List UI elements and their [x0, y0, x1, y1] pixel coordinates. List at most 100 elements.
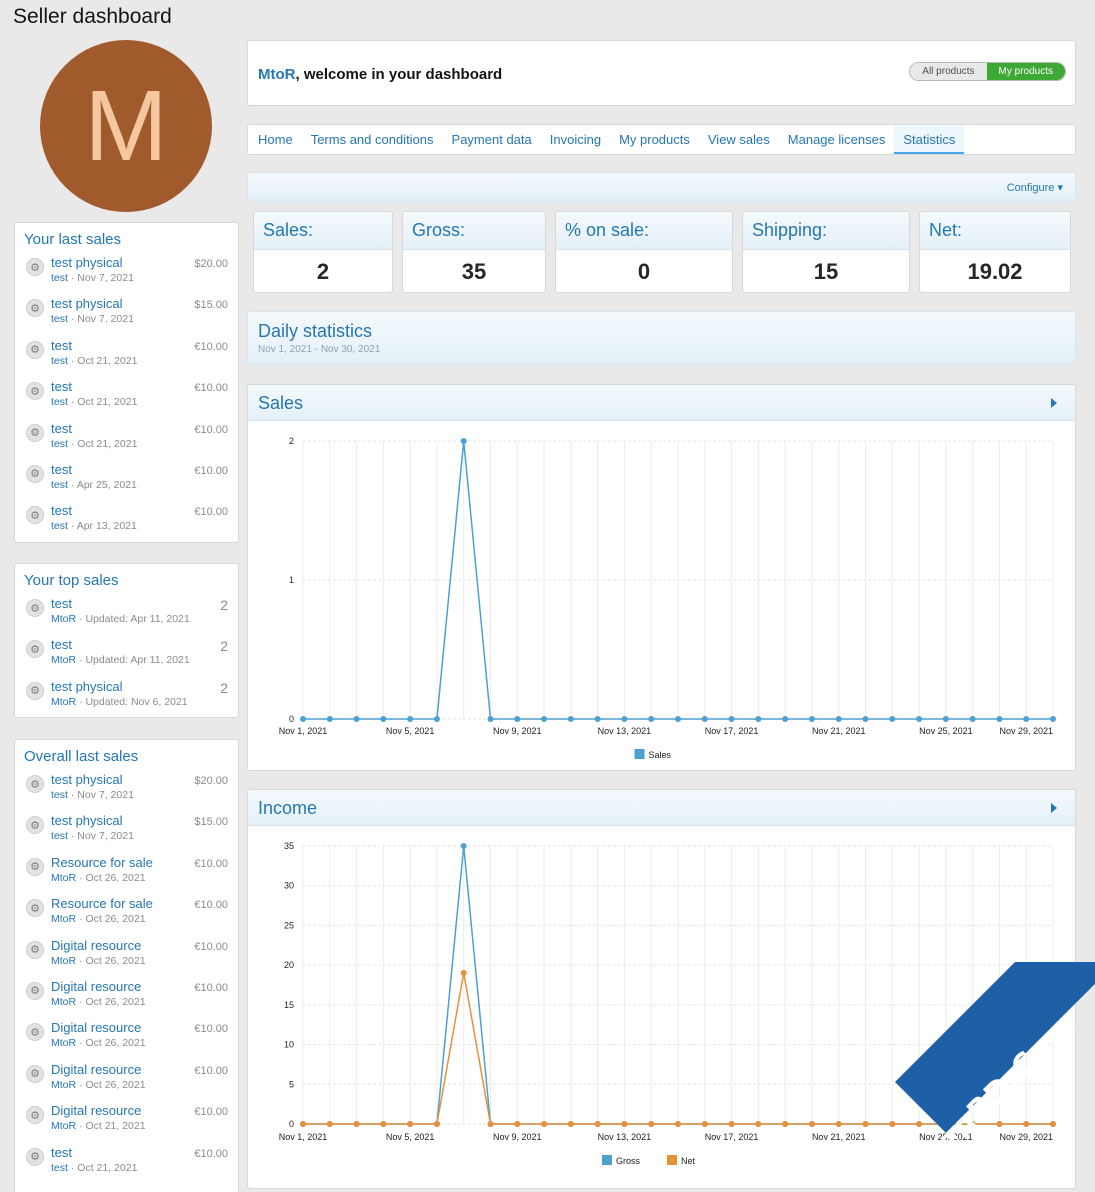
- data-point[interactable]: [701, 716, 708, 722]
- data-point[interactable]: [969, 1121, 976, 1127]
- data-point[interactable]: [300, 1121, 306, 1127]
- data-point[interactable]: [782, 716, 789, 722]
- tab-manage-licenses[interactable]: Manage licenses: [779, 125, 895, 154]
- data-point[interactable]: [1023, 1121, 1030, 1127]
- data-point[interactable]: [433, 716, 440, 722]
- list-item[interactable]: ⚙ Resource for sale MtoR · Oct 26, 2021 €10…: [15, 893, 238, 934]
- item-user[interactable]: test: [51, 479, 68, 491]
- item-user[interactable]: test: [51, 520, 68, 532]
- list-item[interactable]: ⚙ test test · Oct 21, 2021 €10.00: [15, 1142, 238, 1183]
- list-item[interactable]: ⚙ Digital resource MtoR · Oct 26, 2021 €10.…: [15, 976, 238, 1017]
- data-point[interactable]: [326, 716, 333, 722]
- data-point[interactable]: [755, 1121, 762, 1127]
- data-point[interactable]: [300, 716, 306, 722]
- products-toggle[interactable]: All products My products: [909, 62, 1066, 81]
- list-item[interactable]: ⚙ test MtoR · Updated: Apr 11, 2021 2: [15, 634, 238, 675]
- data-point[interactable]: [942, 716, 949, 722]
- data-point[interactable]: [648, 716, 655, 722]
- data-point[interactable]: [862, 1121, 869, 1127]
- item-user[interactable]: MtoR: [51, 872, 76, 884]
- item-user[interactable]: MtoR: [51, 955, 76, 967]
- item-user[interactable]: MtoR: [51, 613, 76, 625]
- data-point[interactable]: [621, 1121, 628, 1127]
- data-point[interactable]: [1050, 716, 1056, 722]
- list-item[interactable]: ⚙ test test · Oct 21, 2021 €10.00: [15, 418, 238, 459]
- tab-statistics[interactable]: Statistics: [894, 125, 965, 154]
- data-point[interactable]: [567, 1121, 574, 1127]
- data-point[interactable]: [862, 716, 869, 722]
- data-point[interactable]: [1023, 716, 1030, 722]
- data-point[interactable]: [460, 969, 467, 976]
- data-point[interactable]: [916, 716, 923, 722]
- list-item[interactable]: ⚙ Digital resource MtoR · Oct 26, 2021 €10.…: [15, 1059, 238, 1100]
- tab-my-products[interactable]: My products: [610, 125, 699, 154]
- data-point[interactable]: [353, 1121, 360, 1127]
- tab-home[interactable]: Home: [249, 125, 302, 154]
- all-products-toggle[interactable]: All products: [910, 63, 987, 80]
- item-title[interactable]: test physical: [51, 676, 238, 694]
- data-point[interactable]: [541, 716, 548, 722]
- list-item[interactable]: ⚙ test test · Apr 13, 2021 €10.00: [15, 500, 238, 541]
- data-point[interactable]: [460, 843, 467, 849]
- data-point[interactable]: [460, 438, 467, 444]
- data-point[interactable]: [996, 716, 1003, 722]
- item-user[interactable]: MtoR: [51, 1079, 76, 1091]
- list-item[interactable]: ⚙ test physical MtoR · Updated: Nov 6, 202…: [15, 676, 238, 717]
- welcome-username[interactable]: MtoR: [258, 66, 296, 83]
- item-user[interactable]: MtoR: [51, 696, 76, 708]
- item-user[interactable]: test: [51, 355, 68, 367]
- data-point[interactable]: [487, 1121, 494, 1127]
- tab-view-sales[interactable]: View sales: [699, 125, 779, 154]
- list-item[interactable]: ⚙ test test · Apr 25, 2021 €10.00: [15, 459, 238, 500]
- my-products-toggle[interactable]: My products: [986, 63, 1065, 80]
- income-chart-expand-icon[interactable]: [1051, 803, 1057, 813]
- configure-button[interactable]: Configure ▾: [1007, 181, 1063, 194]
- item-user[interactable]: test: [51, 313, 68, 325]
- data-point[interactable]: [1050, 1121, 1056, 1127]
- data-point[interactable]: [808, 716, 815, 722]
- list-item[interactable]: ⚙ test physical test · Nov 7, 2021 $15.00: [15, 293, 238, 334]
- data-point[interactable]: [514, 1121, 521, 1127]
- item-title[interactable]: test: [51, 634, 238, 652]
- data-point[interactable]: [567, 716, 574, 722]
- data-point[interactable]: [380, 1121, 387, 1127]
- list-item[interactable]: ⚙ test physical test · Nov 7, 2021 $20.00: [15, 769, 238, 810]
- data-point[interactable]: [594, 716, 601, 722]
- data-point[interactable]: [889, 716, 896, 722]
- item-user[interactable]: MtoR: [51, 654, 76, 666]
- list-item[interactable]: ⚙ Digital resource MtoR · Oct 26, 2021 €10.…: [15, 935, 238, 976]
- data-point[interactable]: [701, 1121, 708, 1127]
- data-point[interactable]: [942, 1121, 949, 1127]
- item-user[interactable]: MtoR: [51, 996, 76, 1008]
- item-user[interactable]: MtoR: [51, 913, 76, 925]
- list-item[interactable]: ⚙ test test · Oct 21, 2021 €10.00: [15, 335, 238, 376]
- item-title[interactable]: test: [51, 593, 238, 611]
- list-item[interactable]: ⚙ test test · Oct 21, 2021 €10.00: [15, 376, 238, 417]
- tab-invoicing[interactable]: Invoicing: [541, 125, 610, 154]
- item-user[interactable]: test: [51, 438, 68, 450]
- tab-payment-data[interactable]: Payment data: [443, 125, 541, 154]
- data-point[interactable]: [407, 716, 414, 722]
- data-point[interactable]: [380, 716, 387, 722]
- data-point[interactable]: [835, 716, 842, 722]
- item-user[interactable]: test: [51, 830, 68, 842]
- data-point[interactable]: [675, 716, 681, 722]
- item-user[interactable]: MtoR: [51, 1120, 76, 1132]
- data-point[interactable]: [648, 1121, 655, 1127]
- data-point[interactable]: [728, 1121, 735, 1127]
- data-point[interactable]: [755, 716, 762, 722]
- list-item[interactable]: ⚙ test physical test · Nov 7, 2021 $20.00: [15, 252, 238, 293]
- item-user[interactable]: test: [51, 272, 68, 284]
- item-user[interactable]: test: [51, 789, 68, 801]
- data-point[interactable]: [353, 716, 360, 722]
- data-point[interactable]: [326, 1121, 333, 1127]
- data-point[interactable]: [621, 716, 628, 722]
- sales-chart-expand-icon[interactable]: [1051, 398, 1057, 408]
- data-point[interactable]: [514, 716, 521, 722]
- list-item[interactable]: ⚙ Resource for sale MtoR · Oct 26, 2021 €10…: [15, 852, 238, 893]
- list-item[interactable]: ⚙ test physical test · Nov 7, 2021 $15.00: [15, 810, 238, 851]
- data-point[interactable]: [808, 1121, 815, 1127]
- data-point[interactable]: [541, 1121, 548, 1127]
- list-item[interactable]: ⚙ test MtoR · Updated: Apr 11, 2021 2: [15, 593, 238, 634]
- data-point[interactable]: [433, 1121, 440, 1127]
